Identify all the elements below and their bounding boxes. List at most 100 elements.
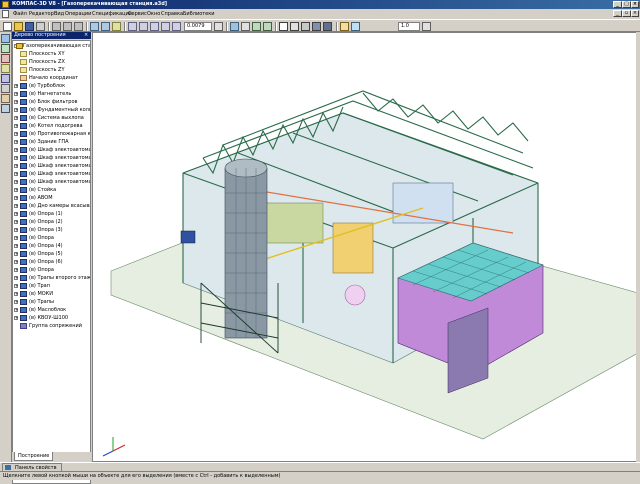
rotate-icon[interactable] — [252, 22, 261, 31]
expand-toggle-icon[interactable]: + — [14, 276, 18, 280]
document-icon[interactable] — [2, 10, 9, 18]
tree-root-item[interactable]: -Газоперекачивающая станция — [13, 42, 90, 50]
zoom-out-icon[interactable] — [150, 22, 159, 31]
redo-icon[interactable] — [101, 22, 110, 31]
tree-item[interactable]: + (в) Трап — [13, 282, 90, 290]
expand-toggle-icon[interactable]: + — [14, 292, 18, 296]
expand-toggle-icon[interactable]: + — [14, 236, 18, 240]
tree-item[interactable]: + (в) АВОМ — [13, 194, 90, 202]
tree-item[interactable]: + (в) Шкаф электоавтоматики (1) — [13, 146, 90, 154]
expand-toggle-icon[interactable]: + — [14, 180, 18, 184]
tree-item[interactable]: Группа сопряжений — [13, 322, 90, 330]
help-pointer-icon[interactable] — [112, 22, 121, 31]
doc-minimize-button[interactable]: _ — [613, 10, 622, 17]
spec-icon[interactable] — [1, 94, 10, 103]
tree-item[interactable]: Плоскость ZX — [13, 58, 90, 66]
menu-operations[interactable]: Операции — [63, 10, 93, 18]
editing-tools-icon[interactable] — [1, 34, 10, 43]
kompas-app-icon[interactable] — [2, 1, 9, 8]
tree-item[interactable]: + (в) КВОУ-Ш100 — [13, 314, 90, 322]
report-icon[interactable] — [1, 104, 10, 113]
tree-item[interactable]: + (в) Дно камеры всасывания — [13, 202, 90, 210]
perspective-icon[interactable] — [263, 22, 272, 31]
tree-item[interactable]: Плоскость XY — [13, 50, 90, 58]
expand-toggle-icon[interactable]: + — [14, 300, 18, 304]
filter-icon[interactable] — [1, 84, 10, 93]
pan-icon[interactable] — [241, 22, 250, 31]
expand-toggle-icon[interactable]: + — [14, 268, 18, 272]
tree-item[interactable]: + (в) Здание ГПА — [13, 138, 90, 146]
tree-item[interactable]: + (в) Опора (2) — [13, 218, 90, 226]
expand-toggle-icon[interactable]: + — [14, 244, 18, 248]
tree-item[interactable]: Начало координат — [13, 74, 90, 82]
expand-toggle-icon[interactable]: + — [14, 308, 18, 312]
expand-toggle-icon[interactable]: + — [14, 148, 18, 152]
maximize-button[interactable]: □ — [622, 1, 631, 8]
expand-toggle-icon[interactable]: + — [14, 124, 18, 128]
measure-icon[interactable] — [1, 74, 10, 83]
3d-viewport[interactable] — [92, 32, 637, 462]
doc-restore-button[interactable]: ▫ — [622, 10, 631, 17]
print-icon[interactable] — [36, 22, 45, 31]
expand-toggle-icon[interactable]: + — [14, 100, 18, 104]
hidden-thin-icon[interactable] — [301, 22, 310, 31]
expand-toggle-icon[interactable]: + — [14, 92, 18, 96]
expand-toggle-icon[interactable]: + — [14, 156, 18, 160]
expand-toggle-icon[interactable]: + — [14, 252, 18, 256]
expand-toggle-icon[interactable]: + — [14, 108, 18, 112]
expand-toggle-icon[interactable]: + — [14, 228, 18, 232]
expand-toggle-icon[interactable]: + — [14, 260, 18, 264]
tree-item[interactable]: + (в) Трапы — [13, 298, 90, 306]
tree-item[interactable]: Плоскость ZY — [13, 66, 90, 74]
close-button[interactable]: × — [631, 1, 639, 8]
expand-toggle-icon[interactable]: + — [14, 316, 18, 320]
undo-icon[interactable] — [90, 22, 99, 31]
shaded-edges-icon[interactable] — [323, 22, 332, 31]
expand-toggle-icon[interactable]: + — [14, 212, 18, 216]
tree-item[interactable]: + (в) Опора (6) — [13, 258, 90, 266]
tree-item[interactable]: + (в) Опора (1) — [13, 210, 90, 218]
paste-icon[interactable] — [74, 22, 83, 31]
show-all-icon[interactable] — [172, 22, 181, 31]
doc-close-button[interactable]: × — [631, 10, 639, 17]
tree-item[interactable]: + (в) Опора — [13, 234, 90, 242]
tab-construction[interactable]: Построение — [14, 452, 54, 461]
tree-item[interactable]: + (в) Стойка — [13, 186, 90, 194]
expand-toggle-icon[interactable]: + — [14, 172, 18, 176]
cut-icon[interactable] — [52, 22, 61, 31]
orientation-icon[interactable] — [230, 22, 239, 31]
step-input[interactable]: 1.0 — [398, 22, 420, 31]
tree-item[interactable]: + (в) Опора — [13, 266, 90, 274]
tree-item[interactable]: + (в) МОКИ — [13, 290, 90, 298]
minimize-button[interactable]: _ — [613, 1, 622, 8]
tree-item[interactable]: + (в) Шкаф электоавтоматики (4) — [13, 170, 90, 178]
tree-item[interactable]: + (в) Фундаментный кольц — [13, 106, 90, 114]
viewport-scrollbar[interactable] — [636, 32, 640, 462]
expand-toggle-icon[interactable]: + — [14, 220, 18, 224]
expand-toggle-icon[interactable]: + — [14, 164, 18, 168]
menu-libraries[interactable]: Библиотеки — [181, 10, 217, 18]
expand-toggle-icon[interactable]: + — [14, 84, 18, 88]
expand-toggle-icon[interactable]: + — [14, 116, 18, 120]
close-tree-icon[interactable]: × — [84, 32, 90, 38]
assembly-icon[interactable] — [1, 64, 10, 73]
open-folder-icon[interactable] — [14, 22, 23, 31]
expand-toggle-icon[interactable]: + — [14, 140, 18, 144]
expand-toggle-icon[interactable]: + — [14, 284, 18, 288]
tree-item[interactable]: + (в) Нагнетатель — [13, 90, 90, 98]
scale-input[interactable]: 0.0079 — [184, 22, 212, 31]
snap-icon[interactable] — [340, 22, 349, 31]
tree-item[interactable]: + (в) Система выхлопа — [13, 114, 90, 122]
scale-dropdown-arrow-icon[interactable] — [214, 22, 223, 31]
save-icon[interactable] — [25, 22, 34, 31]
tree-item[interactable]: + (в) Опора (4) — [13, 242, 90, 250]
expand-toggle-icon[interactable]: + — [14, 204, 18, 208]
tree-item[interactable]: + (в) Шкаф электоавтоматики (2) — [13, 154, 90, 162]
tree-item[interactable]: + (в) Трапы второго этажа — [13, 274, 90, 282]
zoom-dynamic-icon[interactable] — [161, 22, 170, 31]
shaded-icon[interactable] — [312, 22, 321, 31]
tree-item[interactable]: + (в) Блок фильтров — [13, 98, 90, 106]
spatial-curves-icon[interactable] — [1, 44, 10, 53]
model-tree[interactable]: -Газоперекачивающая станцияПлоскость XY П… — [12, 40, 91, 484]
tree-item[interactable]: + (в) Турбоблок — [13, 82, 90, 90]
